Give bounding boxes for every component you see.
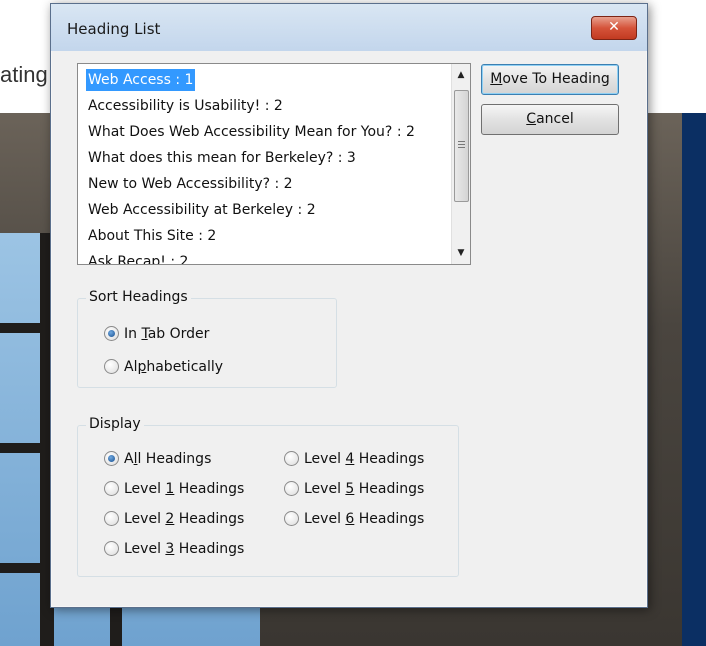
- radio-label: Headings: [354, 451, 425, 467]
- heading-list-item[interactable]: Web Accessibility at Berkeley : 2: [86, 199, 318, 221]
- heading-list-items: Web Access : 1 Accessibility is Usabilit…: [78, 64, 450, 264]
- radio-label: Level: [124, 541, 166, 557]
- heading-list-item[interactable]: Web Access : 1: [84, 68, 197, 92]
- radio-unchecked-icon: [284, 480, 299, 496]
- scroll-thumb[interactable]: [454, 90, 469, 202]
- heading-list-dialog: Heading List ✕ Web Access : 1 Accessibil…: [50, 3, 648, 608]
- dialog-client-area: Web Access : 1 Accessibility is Usabilit…: [59, 51, 639, 599]
- access-key: 5: [345, 481, 355, 497]
- heading-list-item[interactable]: Accessibility is Usability! : 2: [86, 95, 285, 117]
- radio-label: Headings: [174, 511, 245, 527]
- button-label: ove To Heading: [502, 71, 610, 87]
- radio-label: Level: [304, 451, 346, 467]
- radio-label: Al: [124, 359, 138, 375]
- radio-label: Headings: [174, 481, 245, 497]
- heading-list-item[interactable]: What does this mean for Berkeley? : 3: [86, 147, 358, 169]
- radio-label: Headings: [174, 541, 245, 557]
- thumb-grip: [458, 147, 465, 148]
- move-to-heading-button[interactable]: Move To Heading: [481, 64, 619, 95]
- radio-label: A: [124, 451, 134, 467]
- heading-list-item[interactable]: New to Web Accessibility? : 2: [86, 173, 295, 195]
- access-key: 2: [165, 511, 175, 527]
- button-label: ancel: [536, 111, 574, 127]
- scroll-down-arrow-icon[interactable]: ▼: [452, 244, 470, 262]
- heading-list-item[interactable]: Ask Recap! : 2: [86, 251, 190, 264]
- radio-unchecked-icon: [104, 540, 119, 556]
- radio-unchecked-icon: [104, 510, 119, 526]
- access-key: 3: [165, 541, 175, 557]
- dialog-title: Heading List: [67, 20, 161, 38]
- display-level-1-radio[interactable]: Level 1 Headings: [104, 478, 244, 500]
- radio-unchecked-icon: [104, 480, 119, 496]
- display-level-2-radio[interactable]: Level 2 Headings: [104, 508, 244, 530]
- radio-checked-icon: [104, 450, 119, 466]
- background-blue-stripe: [682, 113, 706, 646]
- radio-label: In: [124, 326, 142, 342]
- radio-unchecked-icon: [104, 358, 119, 374]
- thumb-grip: [458, 144, 465, 145]
- cancel-button[interactable]: Cancel: [481, 104, 619, 135]
- radio-checked-icon: [104, 325, 119, 341]
- dialog-titlebar[interactable]: Heading List ✕: [51, 4, 647, 51]
- radio-label: Headings: [354, 511, 425, 527]
- display-group: Display All Headings Level 1 Headings Le…: [77, 416, 459, 577]
- sort-alphabetically-radio[interactable]: Alphabetically: [104, 356, 223, 378]
- display-level-3-radio[interactable]: Level 3 Headings: [104, 538, 244, 560]
- vertical-scrollbar[interactable]: ▲ ▼: [451, 64, 470, 264]
- radio-label: Level: [124, 511, 166, 527]
- access-key: M: [490, 71, 503, 87]
- display-level-5-radio[interactable]: Level 5 Headings: [284, 478, 424, 500]
- display-level-6-radio[interactable]: Level 6 Headings: [284, 508, 424, 530]
- sort-headings-group: Sort Headings In Tab Order Alphabeticall…: [77, 289, 337, 388]
- close-icon: ✕: [608, 19, 620, 35]
- scroll-up-arrow-icon[interactable]: ▲: [452, 66, 470, 84]
- access-key: 6: [345, 511, 355, 527]
- display-legend: Display: [86, 416, 144, 432]
- radio-label: Level: [304, 511, 346, 527]
- close-button[interactable]: ✕: [591, 16, 637, 40]
- display-all-headings-radio[interactable]: All Headings: [104, 448, 211, 470]
- sort-headings-legend: Sort Headings: [86, 289, 191, 305]
- access-key: 4: [345, 451, 355, 467]
- sort-tab-order-radio[interactable]: In Tab Order: [104, 323, 209, 345]
- radio-label: Level: [304, 481, 346, 497]
- thumb-grip: [458, 141, 465, 142]
- display-level-4-radio[interactable]: Level 4 Headings: [284, 448, 424, 470]
- heading-list-item[interactable]: What Does Web Accessibility Mean for You…: [86, 121, 417, 143]
- access-key: C: [526, 111, 537, 127]
- access-key: 1: [165, 481, 175, 497]
- background-heading-fragment: ating: [0, 62, 48, 87]
- heading-list-item[interactable]: About This Site : 2: [86, 225, 218, 247]
- radio-label: ab Order: [147, 326, 210, 342]
- radio-label: Level: [124, 481, 166, 497]
- radio-label: l Headings: [137, 451, 212, 467]
- radio-unchecked-icon: [284, 450, 299, 466]
- heading-listbox[interactable]: Web Access : 1 Accessibility is Usabilit…: [77, 63, 471, 265]
- radio-unchecked-icon: [284, 510, 299, 526]
- radio-label: Headings: [354, 481, 425, 497]
- radio-label: habetically: [146, 359, 224, 375]
